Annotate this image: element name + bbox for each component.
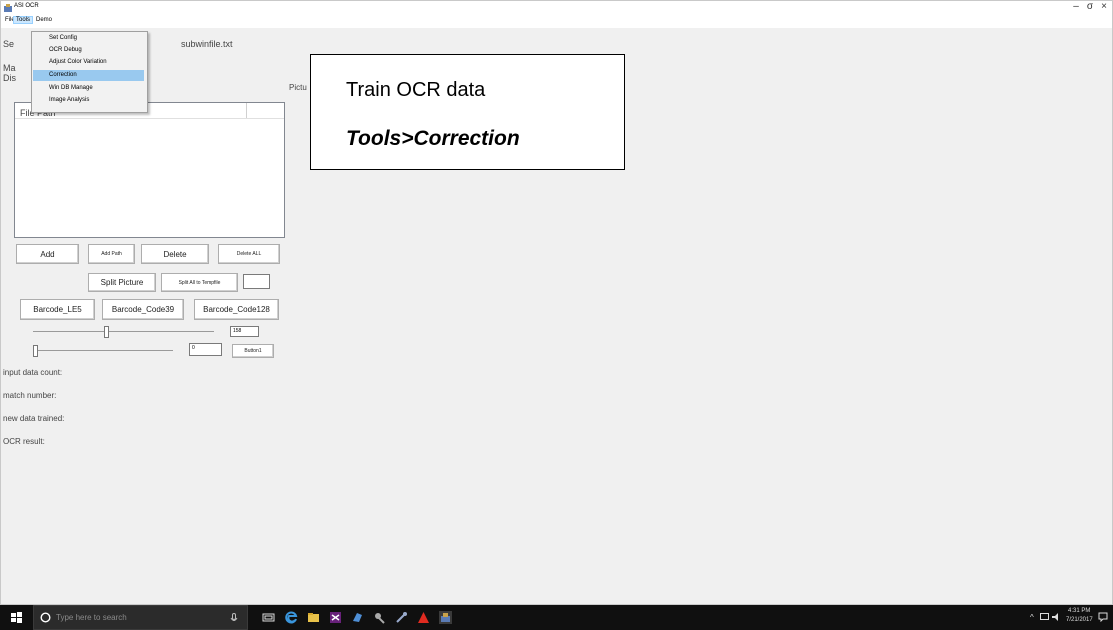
file-path-list[interactable]: File Path <box>14 102 285 238</box>
slider1-thumb[interactable] <box>103 326 109 338</box>
close-button[interactable]: × <box>1094 1 1113 13</box>
tray-chevron-icon[interactable]: ^ <box>1030 613 1034 622</box>
subwinfile-label: subwinfile.txt <box>181 39 233 49</box>
annotation-callout: Train OCR data Tools>Correction <box>310 54 625 170</box>
match-number-label: match number: <box>3 391 57 400</box>
callout-title: Train OCR data <box>346 79 486 101</box>
picture-label: Pictu <box>289 83 307 92</box>
menu-item-correction[interactable]: Correction <box>33 70 144 81</box>
network-icon[interactable] <box>1040 613 1049 621</box>
window-title: ASI OCR <box>14 3 39 9</box>
label-ma: Ma <box>3 63 16 73</box>
search-placeholder: Type here to search <box>56 613 127 622</box>
menu-demo[interactable]: Demo <box>34 17 54 23</box>
menu-item-image-analysis[interactable]: Image Analysis <box>33 95 144 106</box>
taskbar-clock-time[interactable]: 4:31 PM <box>1068 608 1090 614</box>
label-dis: Dis <box>3 73 16 83</box>
slider1-track[interactable] <box>33 331 214 332</box>
edge-browser-icon[interactable] <box>285 611 298 624</box>
menu-item-ocr-debug[interactable]: OCR Debug <box>33 45 144 56</box>
menu-bar: File Tools Demo <box>1 15 1112 28</box>
app-icon-gray[interactable] <box>373 611 386 624</box>
file-explorer-icon[interactable] <box>307 611 320 624</box>
app-icon <box>4 4 12 12</box>
app-icon-tool[interactable] <box>395 611 408 624</box>
taskbar-clock-date[interactable]: 7/21/2017 <box>1066 617 1093 623</box>
column-divider <box>246 103 247 118</box>
menu-item-win-db-manage[interactable]: Win DB Manage <box>33 83 144 94</box>
windows-start-icon[interactable] <box>10 611 23 624</box>
slider2-track[interactable] <box>33 350 173 351</box>
input-data-count-label: input data count: <box>3 368 63 377</box>
ocr-result-label: OCR result: <box>3 437 45 446</box>
search-icon <box>40 612 51 623</box>
split-picture-button[interactable]: Split Picture <box>88 273 156 292</box>
delete-button[interactable]: Delete <box>141 244 209 264</box>
app-icon-blue[interactable] <box>351 611 364 624</box>
slider2-thumb[interactable] <box>33 345 38 357</box>
add-button[interactable]: Add <box>16 244 79 264</box>
barcode-code128-button[interactable]: Barcode_Code128 <box>194 299 279 320</box>
microphone-icon[interactable] <box>230 613 238 624</box>
add-path-button[interactable]: Add Path <box>88 244 135 264</box>
action-center-icon[interactable] <box>1098 612 1108 622</box>
visual-studio-icon[interactable] <box>329 611 342 624</box>
barcode-code39-button[interactable]: Barcode_Code39 <box>102 299 184 320</box>
new-data-trained-label: new data trained: <box>3 414 65 423</box>
slider2-value-box[interactable]: 0 <box>189 343 222 356</box>
menu-item-adjust-color-variation[interactable]: Adjust Color Variation <box>33 57 144 68</box>
split-textbox[interactable] <box>243 274 270 289</box>
button1[interactable]: Button1 <box>232 344 274 358</box>
menu-item-set-config[interactable]: Set Config <box>33 33 144 44</box>
acrobat-icon[interactable] <box>417 611 430 624</box>
app-window: ASI OCR – σ × File Tools Demo Se subwinf… <box>0 0 1113 605</box>
taskbar-search-box[interactable]: Type here to search <box>33 605 248 630</box>
label-se: Se <box>3 39 15 49</box>
tools-dropdown-menu: Set Config OCR Debug Adjust Color Variat… <box>31 31 148 113</box>
title-bar: ASI OCR – σ × <box>1 1 1112 15</box>
asi-ocr-app-icon[interactable] <box>439 611 452 624</box>
delete-all-button[interactable]: Delete ALL <box>218 244 280 264</box>
callout-instruction: Tools>Correction <box>346 127 520 150</box>
volume-icon[interactable] <box>1052 613 1061 621</box>
slider1-value-box[interactable]: 158 <box>230 326 259 337</box>
menu-tools[interactable]: Tools <box>13 16 34 24</box>
taskbar: Type here to search ^ 4:31 PM 7/21/2017 <box>0 605 1113 630</box>
split-all-button[interactable]: Split All to Tempfile <box>161 273 238 292</box>
task-view-icon[interactable] <box>262 611 275 624</box>
barcode-le5-button[interactable]: Barcode_LE5 <box>20 299 95 320</box>
